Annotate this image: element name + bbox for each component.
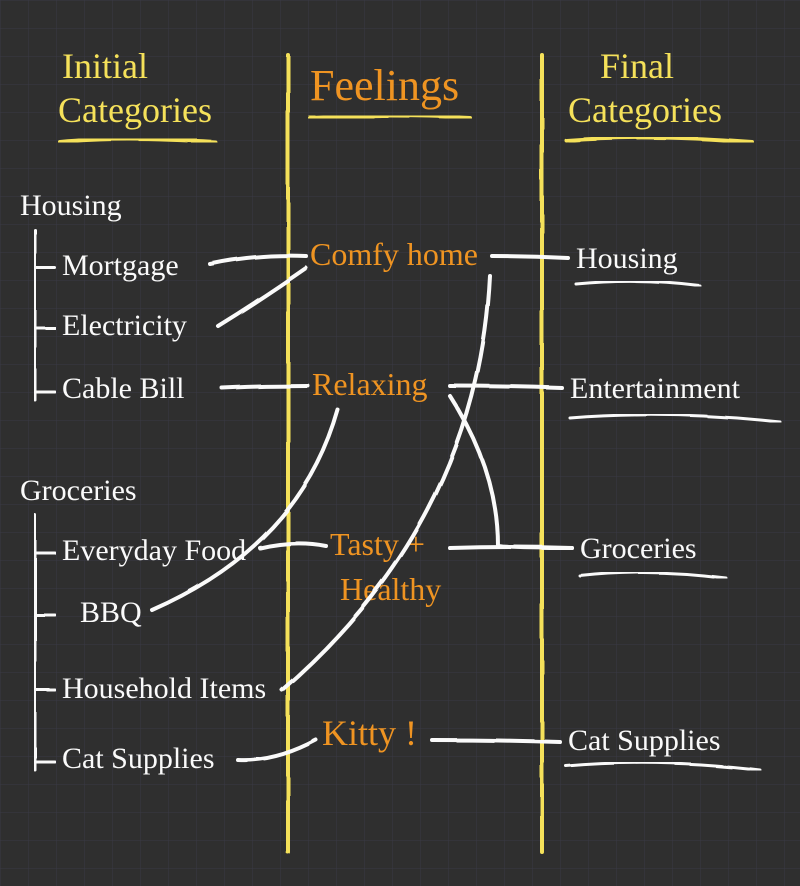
svg-text:Housing: Housing — [576, 242, 678, 275]
feeling-kitty: Kitty ! — [322, 713, 417, 753]
header-initial-line1: Initial — [62, 46, 148, 86]
header-feelings-text: Feelings — [310, 61, 459, 110]
header-initial-line2: Categories — [58, 90, 212, 130]
group-title-groceries: Groceries — [20, 474, 137, 507]
group-title-housing: Housing — [20, 189, 122, 222]
feeling-healthy: Healthy — [340, 571, 441, 607]
svg-text:Entertainment: Entertainment — [570, 372, 741, 405]
item-cable-bill: Cable Bill — [62, 372, 185, 405]
svg-text:Groceries: Groceries — [580, 532, 697, 565]
item-cat-supplies: Cat Supplies — [62, 742, 215, 775]
item-mortgage: Mortgage — [62, 249, 179, 282]
item-bbq: BBQ — [80, 596, 142, 629]
header-final-line2: Categories — [568, 90, 722, 130]
item-electricity: Electricity — [62, 309, 187, 342]
header-final-line1: Final — [600, 46, 674, 86]
feeling-relaxing: Relaxing — [312, 366, 428, 402]
feeling-comfy-home: Comfy home — [310, 236, 478, 272]
header-feelings: Feelings — [310, 61, 470, 118]
feeling-tasty: Tasty + — [330, 526, 425, 562]
item-everyday-food: Everyday Food — [62, 534, 246, 567]
item-household-items: Household Items — [62, 672, 266, 705]
svg-text:Cat Supplies: Cat Supplies — [568, 724, 721, 757]
